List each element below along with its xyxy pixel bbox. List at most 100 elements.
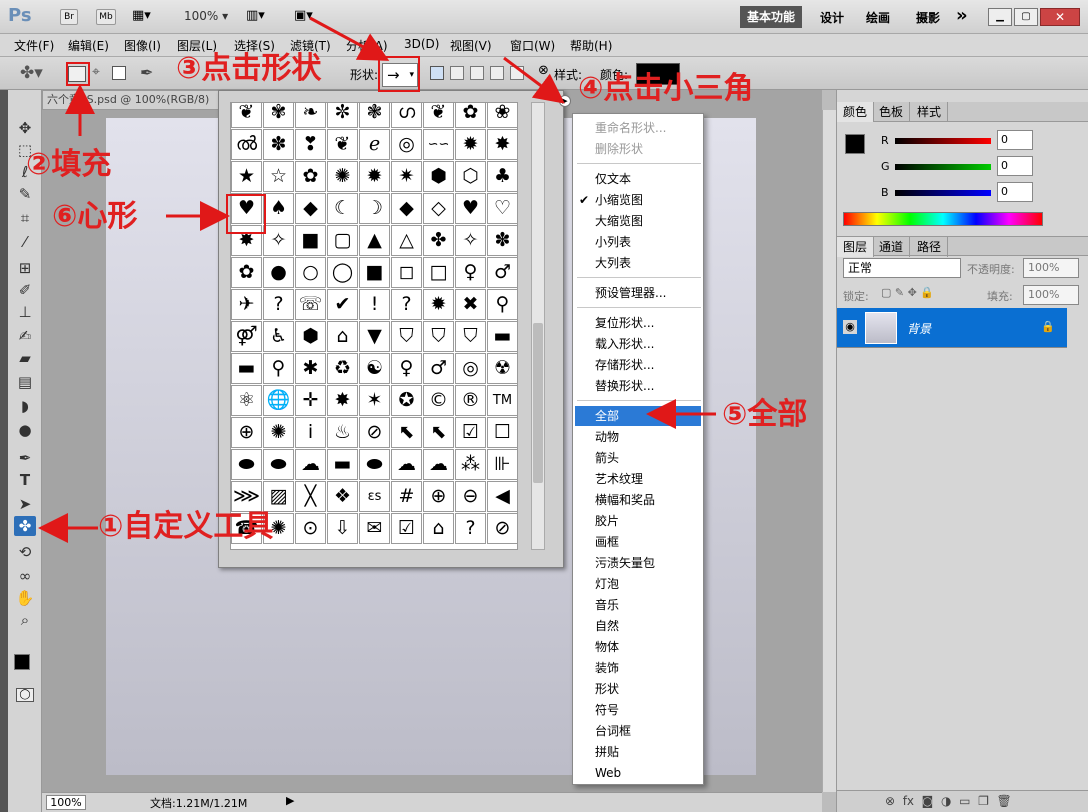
shape-cell[interactable]: ❧ [295, 103, 326, 128]
menu-help[interactable]: 帮助(H) [570, 37, 612, 54]
shape-cell[interactable]: ☢ [487, 353, 517, 384]
picker-menu-arrow-icon[interactable]: ▶ [559, 95, 571, 107]
flyout-item[interactable]: 形状 [595, 679, 619, 699]
history-brush-tool-icon[interactable]: ✍ [14, 326, 36, 346]
fx-icon[interactable]: fx [903, 794, 914, 808]
shape-cell[interactable]: ✹ [359, 161, 390, 192]
shape-cell[interactable]: ♻ [327, 353, 358, 384]
subtract-mode-icon[interactable] [470, 66, 484, 80]
shape-cell[interactable]: ☆ [263, 161, 294, 192]
shape-cell[interactable]: ◎ [391, 129, 422, 160]
tab-paths[interactable]: 路径 [911, 237, 949, 257]
scroll-thumb[interactable] [533, 323, 543, 483]
gradient-tool-icon[interactable]: ▤ [14, 372, 36, 392]
workspace-painting[interactable]: 绘画 [866, 9, 890, 26]
shape-cell[interactable]: ☑ [455, 417, 486, 448]
shape-cell[interactable]: ♀ [455, 257, 486, 288]
flyout-item[interactable]: 装饰 [595, 658, 619, 678]
exclude-mode-icon[interactable] [510, 66, 524, 80]
close-button[interactable]: ✕ [1040, 8, 1080, 26]
shape-cell[interactable]: □ [423, 257, 454, 288]
flyout-item[interactable]: 全部 [575, 406, 701, 426]
shape-cell[interactable]: ⌂ [423, 513, 454, 544]
more-workspaces-icon[interactable]: » [956, 5, 968, 26]
3d-orbit-tool-icon[interactable]: ∞ [14, 566, 36, 586]
quick-select-tool-icon[interactable]: ✎ [14, 184, 36, 204]
shape-cell[interactable]: ❦ [327, 129, 358, 160]
shape-cell[interactable]: ♀ [391, 353, 422, 384]
flyout-item[interactable]: 物体 [595, 637, 619, 657]
shape-cell[interactable]: ⊘ [359, 417, 390, 448]
flyout-item[interactable]: 符号 [595, 700, 619, 720]
quick-mask-icon[interactable]: ◯ [16, 688, 34, 702]
shape-cell[interactable]: ✛ [295, 385, 326, 416]
flyout-item[interactable]: 动物 [595, 427, 619, 447]
shape-cell[interactable]: ɛs [359, 481, 390, 512]
shape-cell[interactable]: ▨ [263, 481, 294, 512]
shape-cell[interactable]: ❖ [327, 481, 358, 512]
shape-cell[interactable]: ◯ [327, 257, 358, 288]
link-icon[interactable]: ⊗ [538, 63, 549, 78]
custom-shape-tool-icon[interactable]: ✤ [14, 516, 36, 536]
shape-cell[interactable]: ◆ [295, 193, 326, 224]
shape-cell[interactable]: ℯ [359, 129, 390, 160]
menu-window[interactable]: 窗口(W) [510, 37, 555, 54]
flyout-item[interactable]: 灯泡 [595, 574, 619, 594]
workspace-essentials[interactable]: 基本功能 [740, 6, 802, 28]
flyout-item[interactable]: 小列表 [595, 232, 631, 252]
flyout-item[interactable]: 自然 [595, 616, 619, 636]
fill-field[interactable]: 100% [1023, 285, 1079, 305]
document-vertical-scrollbar[interactable] [822, 110, 836, 792]
shape-cell[interactable]: ⚲ [263, 353, 294, 384]
shape-cell[interactable]: ▢ [327, 225, 358, 256]
workspace-design[interactable]: 设计 [820, 9, 844, 26]
arrange-documents-icon[interactable]: ▥▾ [246, 8, 265, 23]
shape-cell[interactable]: ✺ [263, 417, 294, 448]
channel-b-value[interactable]: 0 [997, 182, 1033, 202]
tab-styles[interactable]: 样式 [911, 102, 949, 122]
shape-cell[interactable]: ❦ [423, 103, 454, 128]
group-icon[interactable]: ▭ [959, 794, 970, 808]
path-selection-tool-icon[interactable]: ➤ [14, 494, 36, 514]
shape-cell[interactable]: ൽ [231, 129, 262, 160]
flyout-item[interactable]: 箭头 [595, 448, 619, 468]
visibility-eye-icon[interactable]: ◉ [843, 320, 857, 334]
shape-cell[interactable]: ✧ [263, 225, 294, 256]
shape-cell[interactable]: ⬬ [359, 449, 390, 480]
shape-cell[interactable]: ∽∽ [423, 129, 454, 160]
3d-rotate-tool-icon[interactable]: ⟲ [14, 542, 36, 562]
shape-cell[interactable]: 🌐 [263, 385, 294, 416]
shape-cell[interactable]: ☑ [391, 513, 422, 544]
shape-cell[interactable]: ♿ [263, 321, 294, 352]
shape-cell[interactable]: ☁ [295, 449, 326, 480]
workspace-photography[interactable]: 摄影 [916, 9, 940, 26]
shape-cell[interactable]: ✈ [231, 289, 262, 320]
shape-cell[interactable]: ⬬ [263, 449, 294, 480]
shape-cell[interactable]: ✽ [263, 129, 294, 160]
shape-cell[interactable]: ⇩ [327, 513, 358, 544]
channel-r-value[interactable]: 0 [997, 130, 1033, 150]
flyout-item[interactable]: 大缩览图 [595, 211, 643, 231]
menu-view[interactable]: 视图(V) [450, 37, 492, 54]
document-tab[interactable]: 六个童PS.psd @ 100%(RGB/8) [42, 90, 242, 110]
dodge-tool-icon[interactable]: ● [14, 420, 36, 440]
menu-image[interactable]: 图像(I) [124, 37, 161, 54]
shape-cell[interactable]: ⚤ [231, 321, 262, 352]
shape-cell[interactable]: ⅰ [295, 417, 326, 448]
foreground-color-swatch[interactable] [14, 654, 30, 670]
flyout-item[interactable]: 台词框 [595, 721, 631, 741]
shape-cell[interactable]: ✸ [327, 385, 358, 416]
blur-tool-icon[interactable]: ◗ [14, 396, 36, 416]
shape-cell[interactable]: ⁂ [455, 449, 486, 480]
shape-cell[interactable]: ⬉ [391, 417, 422, 448]
shape-cell[interactable]: ✿ [231, 257, 262, 288]
bridge-button[interactable]: Br [60, 9, 78, 25]
flyout-item[interactable]: 小缩览图 [595, 190, 643, 210]
menu-analysis[interactable]: 分析(A) [346, 37, 388, 54]
shape-cell[interactable]: ▲ [359, 225, 390, 256]
eraser-tool-icon[interactable]: ▰ [14, 348, 36, 368]
status-menu-arrow-icon[interactable]: ▶ [286, 794, 294, 807]
shape-cell[interactable]: ® [455, 385, 486, 416]
view-extras-icon[interactable]: ▦▾ [132, 8, 151, 23]
move-tool-icon[interactable]: ✥ [14, 118, 36, 138]
